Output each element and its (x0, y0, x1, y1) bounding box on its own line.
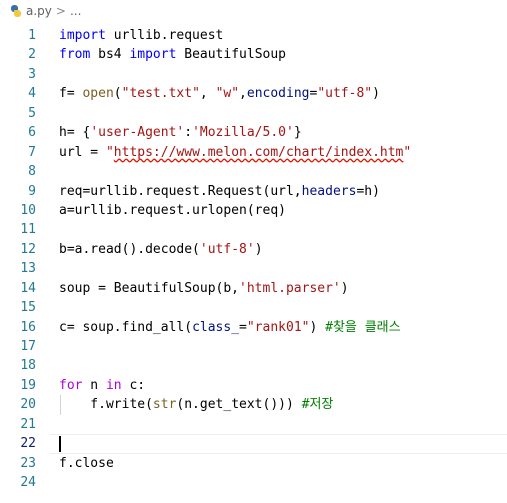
text-cursor (59, 436, 61, 453)
line-code[interactable]: for n in c: (59, 376, 145, 395)
code-editor[interactable]: 1 import urllib.request 2 from bs4 import B… (0, 26, 507, 503)
line-number: 15 (20, 300, 36, 316)
code-line[interactable]: 20 f.write(str(n.get_text())) #저장 (0, 395, 507, 415)
line-number: 13 (20, 261, 36, 277)
line-code[interactable]: req=urllib.request.Request(url,headers=h… (59, 182, 380, 201)
code-line[interactable]: 23 f.close (0, 454, 507, 473)
line-number: 18 (20, 358, 36, 374)
code-line[interactable]: 24 (0, 473, 507, 492)
code-line[interactable]: 7 url = "https://www.melon.com/chart/inde… (0, 143, 507, 162)
line-code[interactable]: url = "https://www.melon.com/chart/index… (59, 143, 411, 162)
line-number: 17 (20, 339, 36, 354)
line-number: 9 (28, 183, 36, 199)
line-number: 10 (20, 202, 36, 218)
line-number: 20 (20, 397, 36, 413)
line-code[interactable]: c= soup.find_all(class_="rank01") #찾을 클래… (59, 318, 401, 337)
line-number: 5 (28, 105, 36, 121)
line-code[interactable]: f.write(str(n.get_text())) #저장 (59, 395, 333, 414)
code-line[interactable]: 12 b=a.read().decode('utf-8') (0, 240, 507, 259)
python-file-icon (10, 5, 22, 17)
line-number: 4 (28, 86, 36, 102)
code-line[interactable]: 5 (0, 104, 507, 123)
line-code[interactable]: from bs4 import BeautifulSoup (59, 45, 286, 64)
line-code[interactable]: a=urllib.request.urlopen(req) (59, 201, 286, 220)
line-number: 14 (20, 280, 36, 296)
code-lines[interactable]: 1 import urllib.request 2 from bs4 import B… (0, 26, 507, 493)
line-number: 8 (28, 164, 36, 180)
line-number: 21 (20, 416, 36, 432)
line-number: 2 (28, 47, 36, 63)
line-number: 3 (28, 66, 36, 82)
code-line[interactable]: 11 (0, 220, 507, 239)
code-line[interactable]: 16 c= soup.find_all(class_="rank01") #찾을 … (0, 318, 507, 337)
line-code[interactable]: soup = BeautifulSoup(b,'html.parser') (59, 279, 349, 298)
line-code[interactable]: f= open("test.txt", "w",encoding="utf-8"… (59, 84, 380, 103)
code-line[interactable]: 10 a=urllib.request.urlopen(req) (0, 201, 507, 220)
code-line[interactable]: 9 req=urllib.request.Request(url,headers=… (0, 182, 507, 201)
breadcrumb: a.py > ... (0, 0, 507, 22)
code-line[interactable]: 8 (0, 162, 507, 181)
code-line[interactable]: 13 (0, 259, 507, 278)
line-number: 16 (20, 319, 36, 335)
line-number: 22 (20, 436, 36, 452)
line-code[interactable]: import urllib.request (59, 26, 223, 45)
line-number: 7 (28, 144, 36, 160)
code-line[interactable]: 17 (0, 337, 507, 356)
code-line[interactable]: 6 h= {'user-Agent':'Mozilla/5.0'} (0, 123, 507, 142)
line-number: 24 (20, 475, 36, 491)
code-line[interactable]: 3 (0, 65, 507, 84)
line-number: 19 (20, 377, 36, 393)
line-number: 6 (28, 125, 36, 141)
code-line[interactable]: 14 soup = BeautifulSoup(b,'html.parser') (0, 279, 507, 298)
line-number: 1 (28, 28, 36, 43)
line-code[interactable]: h= {'user-Agent':'Mozilla/5.0'} (59, 123, 302, 142)
indent-guide (60, 395, 61, 415)
code-line[interactable]: 21 (0, 415, 507, 434)
breadcrumb-file[interactable]: a.py (26, 4, 52, 18)
code-line[interactable]: 19 for n in c: (0, 376, 507, 395)
line-code[interactable]: b=a.read().decode('utf-8') (59, 240, 263, 259)
code-line[interactable]: 22 (0, 434, 507, 455)
code-line[interactable]: 15 (0, 298, 507, 317)
code-line[interactable]: 1 import urllib.request (0, 26, 507, 45)
breadcrumb-more[interactable]: ... (70, 4, 81, 18)
chevron-right-icon: > (55, 4, 66, 18)
code-line[interactable]: 18 (0, 356, 507, 375)
code-line[interactable]: 4 f= open("test.txt", "w",encoding="utf-8… (0, 84, 507, 103)
line-number: 11 (20, 222, 36, 238)
line-number: 12 (20, 241, 36, 257)
code-line[interactable]: 2 from bs4 import BeautifulSoup (0, 45, 507, 64)
line-code[interactable]: f.close (59, 454, 114, 473)
line-number: 23 (20, 455, 36, 471)
